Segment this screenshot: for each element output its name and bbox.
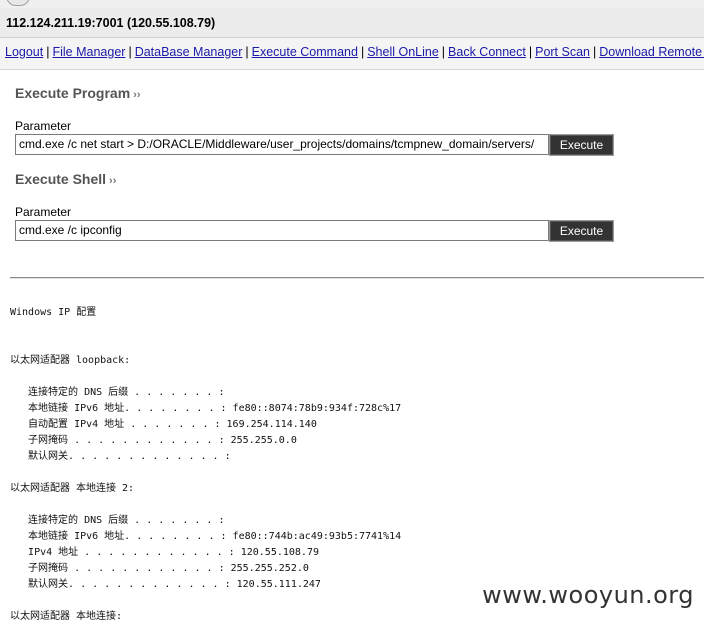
nav-separator: |	[441, 45, 446, 59]
browser-top-strip	[0, 0, 704, 8]
execute-program-input[interactable]: cmd.exe /c net start > D:/ORACLE/Middlew…	[15, 134, 549, 155]
nav-separator: |	[128, 45, 132, 59]
execute-shell-heading: Execute Shell ››	[15, 171, 116, 187]
nav-separator: |	[360, 45, 365, 59]
nav-execute-command[interactable]: Execute Command	[252, 45, 358, 59]
output-line: 以太网适配器 loopback:	[10, 355, 131, 366]
output-line: 连接特定的 DNS 后缀 . . . . . . . :	[10, 387, 225, 398]
execute-program-param-label: Parameter	[15, 119, 72, 133]
nav-logout[interactable]: Logout	[5, 45, 43, 59]
nav-database-manager[interactable]: DataBase Manager	[135, 45, 243, 59]
page-title: 112.124.211.19:7001 (120.55.108.79)	[0, 8, 704, 38]
raquo-icon: ››	[133, 89, 141, 101]
raquo-icon: ››	[109, 175, 117, 187]
watermark: www.wooyun.org	[482, 581, 694, 609]
output-line: 以太网适配器 本地连接:	[10, 611, 123, 622]
nav-shell-online[interactable]: Shell OnLine	[367, 45, 439, 59]
output-line: 以太网适配器 本地连接 2:	[10, 483, 135, 494]
nav-separator: |	[245, 45, 249, 59]
output-line: 连接特定的 DNS 后缀 . . . . . . . :	[10, 515, 225, 526]
output-line: 子网掩码 . . . . . . . . . . . . : 255.255.0…	[10, 435, 297, 446]
output-line: 默认网关. . . . . . . . . . . . . :	[10, 451, 231, 462]
execute-shell-input[interactable]: cmd.exe /c ipconfig	[15, 220, 549, 241]
nav-port-scan[interactable]: Port Scan	[535, 45, 590, 59]
nav-file-manager[interactable]: File Manager	[52, 45, 125, 59]
nav-download-remote-file[interactable]: Download Remote Fi	[599, 45, 704, 59]
execute-shell-button[interactable]: Execute	[549, 220, 614, 242]
output-line: 本地链接 IPv6 地址. . . . . . . . : fe80::744b…	[10, 531, 402, 542]
output-line: Windows IP 配置	[10, 307, 97, 318]
nav-bar: Logout | File Manager | DataBase Manager | Exe…	[0, 38, 704, 70]
nav-back-connect[interactable]: Back Connect	[448, 45, 526, 59]
command-output: Windows IP 配置 以太网适配器 loopback: 连接特定的 DNS…	[10, 305, 700, 625]
output-line: 本地链接 IPv6 地址. . . . . . . . : fe80::8074…	[10, 403, 402, 414]
nav-separator: |	[528, 45, 533, 59]
browser-tab-edge	[6, 0, 30, 6]
execute-program-heading: Execute Program ››	[15, 85, 141, 101]
execute-shell-title: Execute Shell	[15, 171, 107, 187]
output-line: IPv4 地址 . . . . . . . . . . . . : 120.55…	[10, 547, 319, 558]
output-divider	[10, 277, 704, 279]
execute-program-button[interactable]: Execute	[549, 134, 614, 156]
output-line: 默认网关. . . . . . . . . . . . . : 120.55.1…	[10, 579, 321, 590]
execute-shell-param-label: Parameter	[15, 205, 72, 219]
nav-separator: |	[593, 45, 597, 59]
execute-program-title: Execute Program	[15, 85, 131, 101]
output-line: 子网掩码 . . . . . . . . . . . . : 255.255.2…	[10, 563, 309, 574]
output-line: 自动配置 IPv4 地址 . . . . . . . : 169.254.114…	[10, 419, 317, 430]
